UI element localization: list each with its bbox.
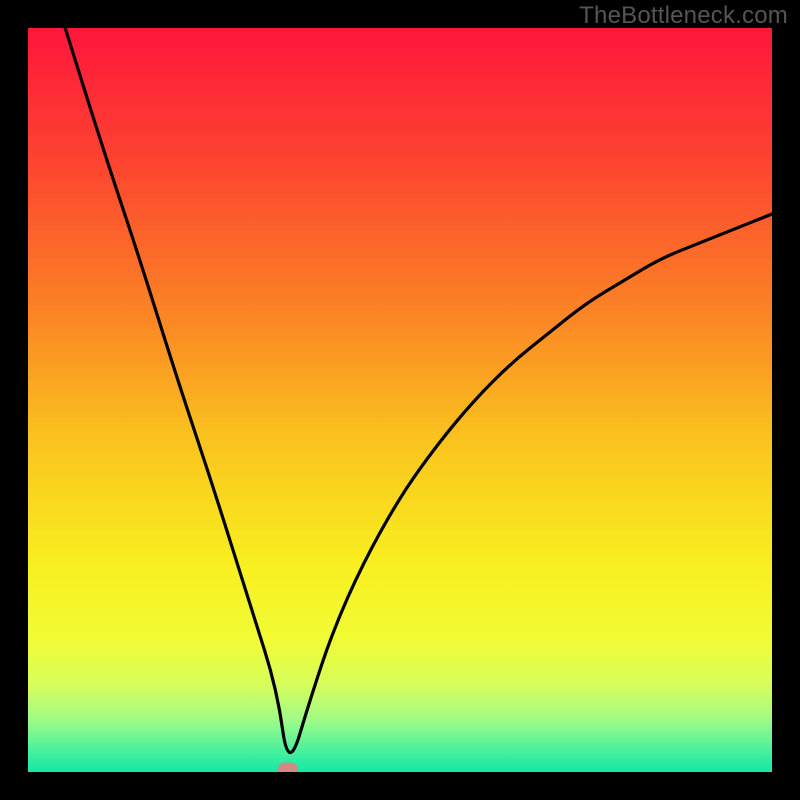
chart-svg [28,28,772,772]
plot-area [28,28,772,772]
watermark-text: TheBottleneck.com [579,2,788,30]
chart-frame: TheBottleneck.com [0,0,800,800]
optimal-marker [278,763,298,773]
gradient-background [28,28,772,772]
